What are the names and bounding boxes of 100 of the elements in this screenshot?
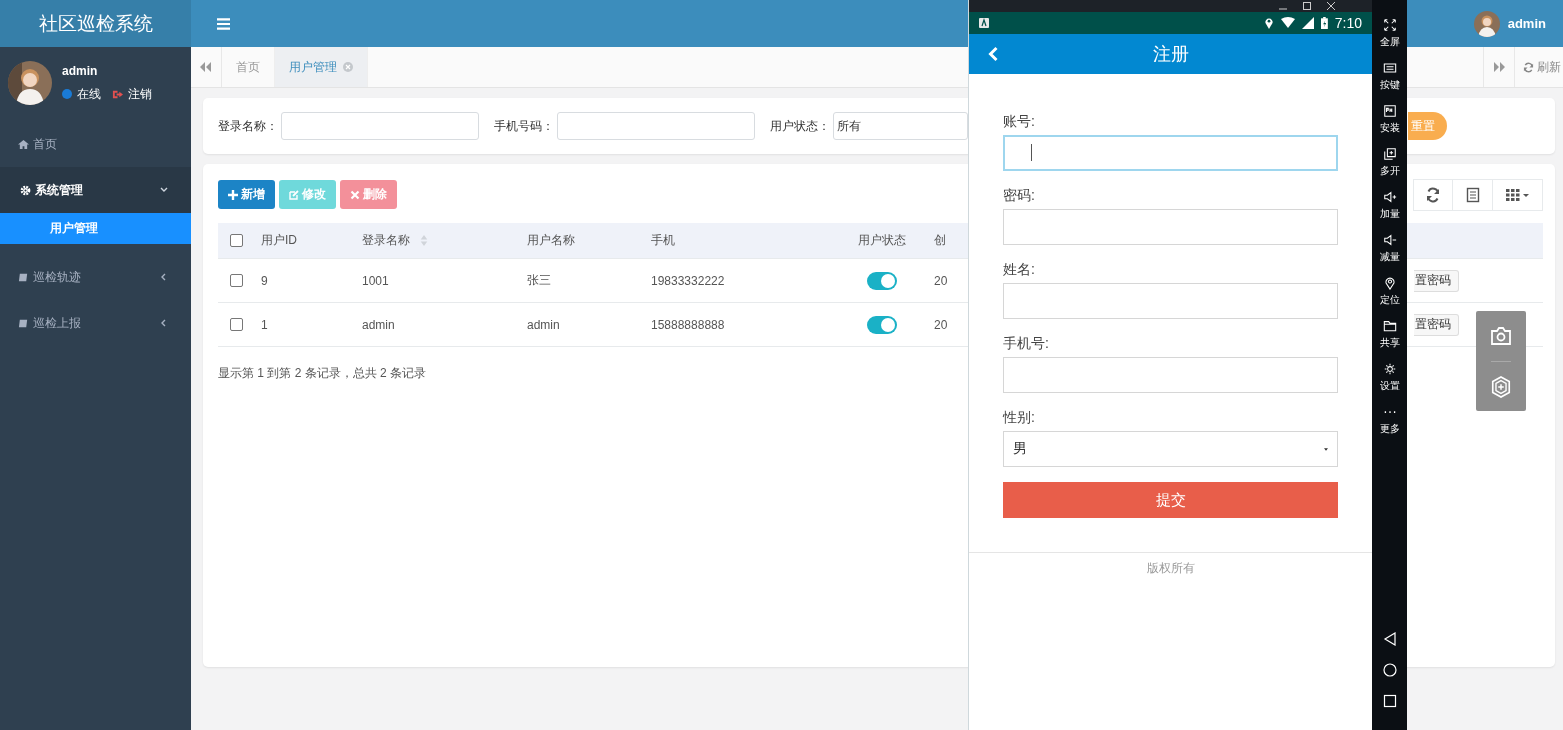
camera-icon[interactable]: [1490, 324, 1512, 347]
table-cell: admin: [362, 317, 395, 332]
column-header: 用户ID: [261, 232, 297, 249]
emulator-tool-button[interactable]: 按键: [1379, 61, 1400, 104]
home-icon: [18, 138, 29, 150]
cross-icon: [350, 189, 360, 200]
table-cell: 20: [934, 317, 948, 332]
emulator-tool-button[interactable]: 全屏: [1379, 18, 1400, 61]
table-cell: 19833332222: [651, 273, 725, 288]
refresh-icon[interactable]: [1413, 178, 1453, 211]
field-label: 性别:: [1003, 408, 1036, 427]
app-title: 社区巡检系统: [0, 0, 191, 47]
location-icon: [1264, 17, 1274, 29]
table-cell: 1001: [362, 273, 389, 288]
table-cell: 张三: [527, 272, 551, 289]
back-icon[interactable]: [988, 46, 999, 62]
emulator-tool-button[interactable]: 多开: [1379, 147, 1400, 190]
header-user-name[interactable]: admin: [1507, 16, 1546, 31]
logout-icon: [112, 88, 123, 100]
signal-icon: [1302, 17, 1314, 29]
status-toggle[interactable]: [867, 271, 897, 290]
emulator-tool-button[interactable]: 更多: [1379, 405, 1400, 448]
field-label: 账号:: [1003, 112, 1036, 131]
table-cell: 9: [261, 273, 268, 288]
online-status: 在线: [77, 85, 101, 103]
keyboard-icon: [1382, 61, 1397, 75]
sidebar-item[interactable]: 系统管理: [0, 167, 191, 213]
page-title: 注册: [1152, 43, 1189, 66]
book-icon: [18, 271, 29, 283]
field-label: 姓名:: [1003, 260, 1036, 279]
refresh-button[interactable]: 刷新: [1515, 47, 1563, 87]
list-view-icon[interactable]: [1453, 178, 1493, 211]
row-checkbox[interactable]: [230, 318, 243, 331]
recents-key-icon[interactable]: [1382, 694, 1397, 708]
select-all-checkbox[interactable]: [230, 234, 243, 247]
column-header: 用户状态: [858, 232, 906, 249]
windows-icon: [1382, 147, 1397, 161]
emulator-tool-button[interactable]: 共享: [1379, 319, 1400, 362]
select-field[interactable]: 男: [1003, 431, 1339, 467]
reset-password-button[interactable]: 置密码: [1414, 269, 1459, 292]
plus-icon: [228, 189, 238, 200]
columns-dropdown-icon[interactable]: [1493, 178, 1543, 211]
menu-icon[interactable]: [217, 17, 230, 30]
input-field[interactable]: [1003, 283, 1339, 319]
scroll-right-icon[interactable]: [1483, 47, 1515, 87]
home-key-icon[interactable]: [1382, 663, 1397, 677]
select-field[interactable]: 所有: [833, 112, 968, 140]
maximize-icon[interactable]: [1302, 1, 1313, 11]
column-header: 登录名称: [362, 232, 410, 249]
online-status-icon: [62, 89, 72, 99]
input-field[interactable]: [1003, 135, 1339, 171]
input-field[interactable]: [281, 112, 479, 140]
emulator-tool-button[interactable]: 安装: [1379, 104, 1400, 147]
emulator-tool-button[interactable]: 定位: [1379, 276, 1400, 319]
row-checkbox[interactable]: [230, 274, 243, 287]
table-cell: 20: [934, 273, 948, 288]
field-label: 手机号:: [1003, 334, 1050, 353]
input-field[interactable]: [1003, 209, 1339, 245]
clock: 7:10: [1334, 15, 1363, 31]
apk-icon: [1382, 104, 1397, 118]
location-icon: [1382, 276, 1397, 290]
sidebar-item[interactable]: 巡检上报: [0, 300, 191, 346]
volume-up-icon: [1382, 190, 1397, 204]
emulator-tool-button[interactable]: 减量: [1379, 233, 1400, 276]
table-cell: 15888888888: [651, 317, 725, 332]
hexagon-plus-icon[interactable]: [1490, 375, 1512, 398]
footer-text: 版权所有: [1146, 561, 1195, 575]
notification-icon: [979, 18, 989, 28]
settings-icon: [1382, 362, 1397, 376]
pagination-info: 显示第 1 到第 2 条记录，总共 2 条记录: [218, 365, 427, 382]
folder-icon: [1382, 319, 1397, 333]
battery-icon: [1321, 17, 1328, 29]
reset-password-button[interactable]: 置密码: [1414, 313, 1459, 336]
gear-icon: [20, 184, 31, 196]
field-label: 手机号码：: [494, 117, 554, 135]
logout-link[interactable]: 注销: [128, 85, 152, 103]
column-header: 手机: [651, 232, 675, 249]
toolbar-button[interactable]: 新增: [218, 180, 275, 209]
sidebar-item[interactable]: 巡检轨迹: [0, 254, 191, 300]
status-toggle[interactable]: [867, 315, 897, 334]
input-field[interactable]: [1003, 357, 1339, 393]
refresh-icon: [1523, 61, 1534, 73]
user-name: admin: [62, 63, 99, 78]
emulator-tool-button[interactable]: 设置: [1379, 362, 1400, 405]
field-label: 密码:: [1003, 186, 1036, 205]
emulator-tool-button[interactable]: 加量: [1379, 190, 1400, 233]
sidebar-item[interactable]: 首页: [0, 121, 191, 167]
edit-icon: [289, 189, 299, 200]
caret-icon: [1324, 447, 1329, 451]
table-cell: admin: [527, 317, 560, 332]
book-icon: [18, 317, 29, 329]
fullscreen-icon: [1382, 18, 1397, 32]
back-key-icon[interactable]: [1382, 632, 1397, 646]
column-header: 用户名称: [527, 232, 575, 249]
close-icon[interactable]: [1326, 1, 1337, 11]
field-label: 登录名称：: [218, 117, 278, 135]
column-header: 创: [934, 232, 946, 249]
input-field[interactable]: [557, 112, 755, 140]
volume-down-icon: [1382, 233, 1397, 247]
wifi-icon: [1281, 17, 1295, 29]
